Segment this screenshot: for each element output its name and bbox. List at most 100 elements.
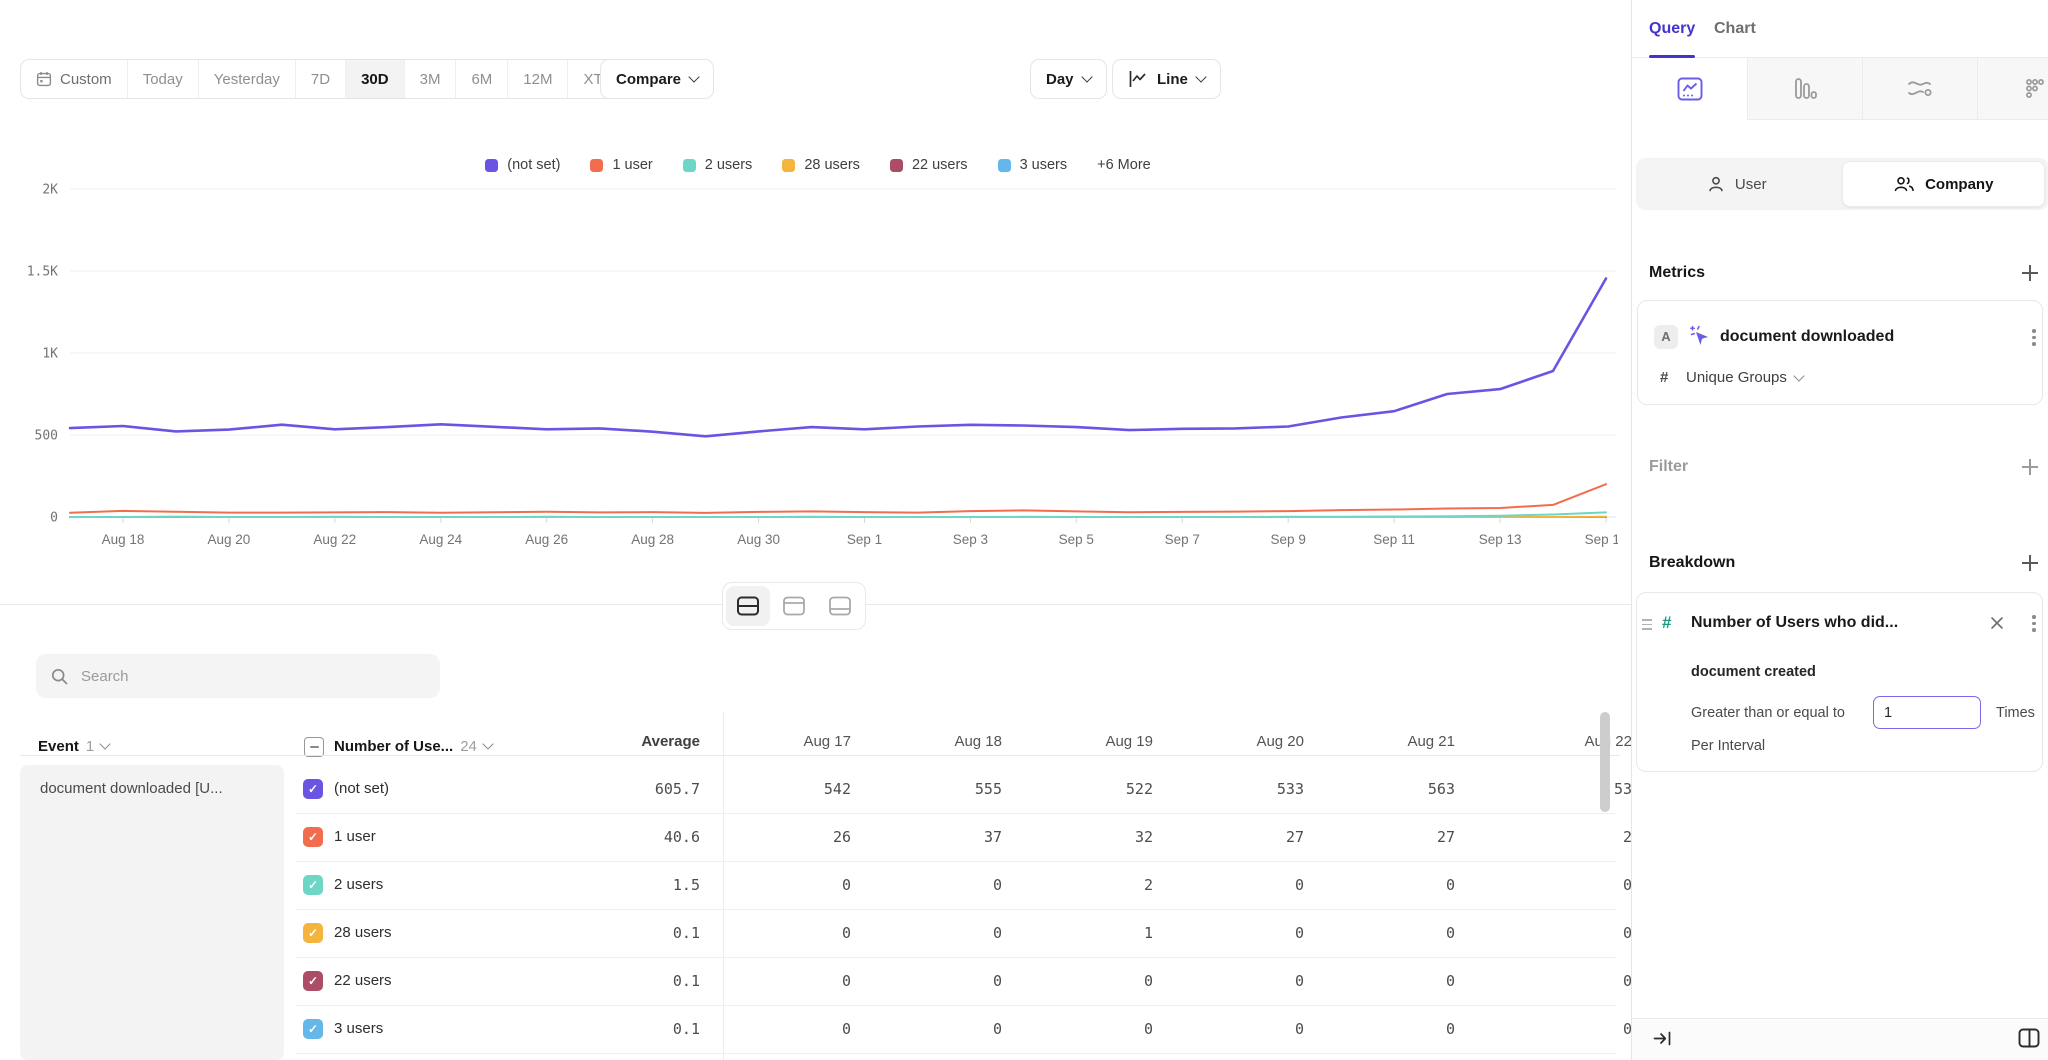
metric-card[interactable] — [1637, 300, 2043, 405]
row-value: 0 — [1335, 909, 1455, 957]
date-column-header[interactable]: Aug 22 — [1512, 722, 1632, 762]
svg-text:Aug 28: Aug 28 — [631, 532, 674, 547]
chart-type-dropdown[interactable]: Line — [1112, 59, 1221, 99]
layout-split-button[interactable] — [726, 586, 770, 626]
chart-type-bar-tab[interactable] — [1747, 58, 1862, 120]
aggregation-dropdown[interactable]: Unique Groups — [1686, 369, 1803, 386]
chevron-down-icon — [1793, 370, 1804, 381]
svg-text:0: 0 — [50, 511, 58, 526]
line-chart-icon — [1128, 70, 1148, 88]
chevron-down-icon — [100, 738, 111, 749]
series-column-header[interactable]: Number of Use... 24 — [334, 726, 492, 766]
date-column-header[interactable]: Aug 19 — [1033, 722, 1153, 762]
collapse-panel-icon[interactable] — [1653, 1030, 1672, 1047]
bottom-pane-icon — [828, 596, 852, 616]
legend-item[interactable]: 28 users — [782, 157, 860, 173]
select-all-checkbox[interactable] — [304, 737, 324, 757]
layout-table-only-button[interactable] — [818, 586, 862, 626]
chart-type-flow-tab[interactable] — [1862, 58, 1977, 120]
breakdown-per-label[interactable]: Per Interval — [1691, 738, 1765, 754]
scatter-dots-icon — [2021, 75, 2048, 103]
add-filter-button[interactable] — [2022, 459, 2038, 475]
range-3m[interactable]: 3M — [404, 60, 456, 98]
breakdown-unit-label: Times — [1996, 705, 2035, 721]
date-column-header[interactable]: Aug 21 — [1335, 722, 1455, 762]
split-view-icon — [736, 596, 760, 616]
date-column-header[interactable]: Aug 17 — [731, 722, 851, 762]
company-icon — [1893, 175, 1915, 193]
chevron-down-icon — [1195, 71, 1206, 82]
tab-chart[interactable]: Chart — [1714, 0, 1756, 58]
line-chart-icon — [1676, 75, 1704, 103]
breakdown-menu-icon[interactable] — [2028, 611, 2040, 636]
row-value: 2 — [1033, 861, 1153, 909]
legend-item[interactable]: (not set) — [485, 157, 560, 173]
date-column-header[interactable]: Aug 18 — [882, 722, 1002, 762]
legend-item[interactable]: 1 user — [590, 157, 652, 173]
range-12m[interactable]: 12M — [507, 60, 567, 98]
metric-name[interactable]: document downloaded — [1720, 328, 1894, 346]
svg-text:Sep 11: Sep 11 — [1373, 532, 1415, 547]
chevron-down-icon — [482, 738, 493, 749]
table-scrollbar[interactable] — [1600, 712, 1610, 812]
row-separator — [296, 1053, 1616, 1054]
range-30d[interactable]: 30D — [345, 60, 404, 98]
event-column-header[interactable]: Event 1 — [38, 726, 109, 766]
tab-query[interactable]: Query — [1649, 0, 1695, 58]
legend-item[interactable]: 2 users — [683, 157, 753, 173]
range-today[interactable]: Today — [127, 60, 198, 98]
legend-label: 28 users — [804, 157, 860, 173]
row-value: 0 — [1512, 1005, 1632, 1053]
event-header-label: Event — [38, 738, 79, 755]
svg-text:Sep 9: Sep 9 — [1271, 532, 1306, 547]
svg-text:Aug 18: Aug 18 — [102, 532, 145, 547]
group-toggle: User Company — [1636, 158, 2048, 210]
row-checkbox[interactable] — [303, 923, 323, 943]
legend-item[interactable]: 22 users — [890, 157, 968, 173]
interval-dropdown[interactable]: Day — [1030, 59, 1107, 99]
panel-bottom-bar — [1632, 1018, 2048, 1060]
add-breakdown-button[interactable] — [2022, 555, 2038, 571]
legend-swatch — [683, 159, 696, 172]
search-icon — [51, 668, 68, 685]
split-panel-icon[interactable] — [2018, 1028, 2040, 1048]
legend-item[interactable]: 3 users — [998, 157, 1068, 173]
range-custom[interactable]: Custom — [21, 60, 127, 98]
series-line — [70, 484, 1606, 513]
breakdown-condition-label[interactable]: Greater than or equal to — [1691, 705, 1845, 721]
layout-chart-only-button[interactable] — [772, 586, 816, 626]
compare-button[interactable]: Compare — [600, 59, 714, 99]
range-6m[interactable]: 6M — [455, 60, 507, 98]
close-icon[interactable] — [1990, 616, 2004, 630]
filter-heading: Filter — [1649, 458, 1688, 476]
row-checkbox[interactable] — [303, 779, 323, 799]
row-checkbox[interactable] — [303, 971, 323, 991]
metric-menu-icon[interactable] — [2028, 325, 2040, 350]
top-pane-icon — [782, 596, 806, 616]
add-metric-button[interactable] — [2022, 265, 2038, 281]
event-cell[interactable]: document downloaded [U... — [20, 765, 284, 1060]
row-value: 0 — [1512, 861, 1632, 909]
search-input[interactable] — [79, 667, 413, 686]
toggle-company[interactable]: Company — [1842, 161, 2046, 207]
drag-handle-icon[interactable] — [1642, 619, 1652, 630]
row-checkbox[interactable] — [303, 875, 323, 895]
series-line — [70, 279, 1606, 437]
row-value: 0 — [1512, 957, 1632, 1005]
range-yesterday[interactable]: Yesterday — [198, 60, 295, 98]
metric-letter-badge: A — [1654, 325, 1678, 349]
row-checkbox[interactable] — [303, 1019, 323, 1039]
toggle-user[interactable]: User — [1636, 162, 1838, 206]
row-value: 26 — [731, 813, 851, 861]
chart-type-line-tab[interactable] — [1632, 58, 1747, 120]
date-range-group: CustomTodayYesterday7D30D3M6M12MXTD — [20, 59, 645, 99]
times-value-input[interactable] — [1873, 696, 1981, 729]
legend-more[interactable]: +6 More — [1097, 157, 1151, 173]
chart-type-scatter-tab[interactable] — [1977, 58, 2048, 120]
interval-label: Day — [1046, 71, 1074, 88]
row-checkbox[interactable] — [303, 827, 323, 847]
average-column-header[interactable]: Average — [570, 722, 700, 762]
event-header-count: 1 — [86, 738, 94, 755]
date-column-header[interactable]: Aug 20 — [1184, 722, 1304, 762]
range-7d[interactable]: 7D — [295, 60, 345, 98]
